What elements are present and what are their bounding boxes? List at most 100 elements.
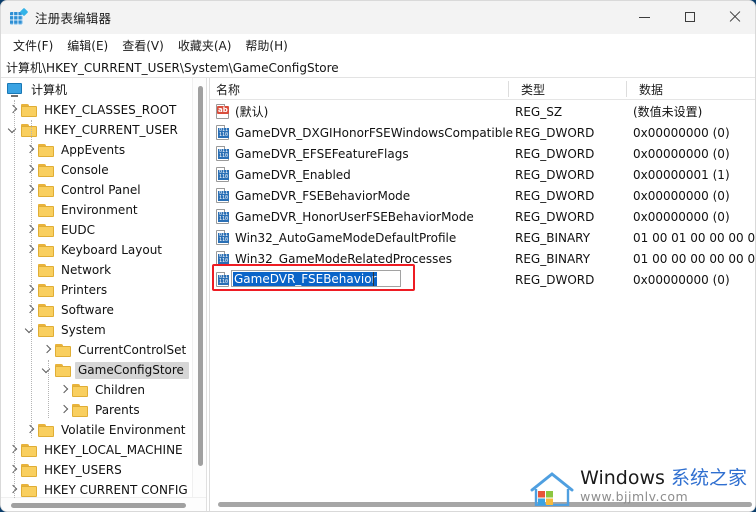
tree-node-label: EUDC [61,222,95,237]
tree-horizontal-scrollbar[interactable] [1,497,207,511]
row-data-cell: 0x00000000 (0) [633,209,730,224]
chevron-right-icon[interactable] [57,380,72,400]
row-type-cell: REG_DWORD [515,188,595,203]
tree-node-system[interactable]: System [1,320,193,340]
tree-node-hkey-current-user[interactable]: HKEY_CURRENT_USER [1,120,193,140]
window-controls [622,1,755,34]
minimize-button[interactable] [622,1,667,34]
row-name-cell[interactable]: 011 110 GameDVR_Enabled [216,167,351,182]
registry-values-pane: 名称 类型 数据 ab (默认) REG_SZ (数值未设置) 011 110 GameDV… [210,78,756,511]
tree-node-printers[interactable]: Printers [1,280,193,300]
row-type-cell: REG_DWORD [515,167,595,182]
row-name-label: GameDVR_Enabled [235,167,351,182]
rename-input-value: GameDVR_FSEBehavior [233,272,378,286]
tree-horizontal-scroll-thumb[interactable] [11,503,186,508]
tree-node-label: GameConfigStore [75,361,189,379]
folder-icon [38,323,56,337]
tree-node-label: Printers [61,282,108,297]
registry-tree[interactable]: 计算机 HKEY_CLASSES_ROOT HKEY_CURRENT_USER App… [1,78,193,500]
column-header-name[interactable]: 名称 [210,78,515,100]
table-row[interactable]: ab (默认) REG_SZ (数值未设置) [210,101,755,122]
column-divider-2[interactable] [626,81,627,97]
tree-node-computer[interactable]: 计算机 [1,80,193,100]
string-value-icon: ab [216,104,230,119]
row-data-cell: 0x00000000 (0) [633,146,730,161]
tree-vertical-scroll-thumb[interactable] [198,86,203,466]
tree-node-appevents[interactable]: AppEvents [1,140,193,160]
tree-node-control-panel[interactable]: Control Panel [1,180,193,200]
tree-node-parents[interactable]: Parents [1,400,193,420]
row-name-label: GameDVR_HonorUserFSEBehaviorMode [235,209,474,224]
tree-node-label: 计算机 [31,82,68,97]
dword-value-icon: 011 110 [216,167,230,182]
tree-node-label: Volatile Environment [61,422,186,437]
folder-icon [72,383,90,397]
row-name-cell[interactable]: 011 110 GameDVR_HonorUserFSEBehaviorMode [216,209,474,224]
tree-node-label: HKEY_CLASSES_ROOT [44,102,177,117]
column-header-type[interactable]: 类型 [515,78,633,100]
menu-edit[interactable]: 编辑(E) [62,35,117,56]
tree-node-hkey-users[interactable]: HKEY_USERS [1,460,193,480]
address-bar[interactable]: 计算机\HKEY_CURRENT_USER\System\GameConfigS… [1,57,755,78]
chevron-right-icon[interactable] [40,340,55,360]
menu-favorites[interactable]: 收藏夹(A) [173,35,241,56]
menu-file[interactable]: 文件(F) [8,35,62,56]
row-data-cell: 01 00 00 00 00 00 00 [633,251,756,266]
tree-node-gameconfigstore[interactable]: GameConfigStore [1,360,193,380]
tree-node-label: HKEY_CURRENT_USER [44,122,178,137]
tree-node-hkey-local-machine[interactable]: HKEY_LOCAL_MACHINE [1,440,193,460]
table-row[interactable]: 011 110 Win32_AutoGameModeDefaultProfile RE… [210,227,755,248]
tree-node-network[interactable]: Network [1,260,193,280]
tree-node-children[interactable]: Children [1,380,193,400]
row-name-cell[interactable]: 011 110 Win32_AutoGameModeDefaultProfile [216,230,456,245]
folder-icon [21,463,39,477]
tree-node-label: Environment [61,202,138,217]
tree-node-console[interactable]: Console [1,160,193,180]
title-bar: 注册表编辑器 [1,1,755,34]
folder-icon [21,443,39,457]
table-row[interactable]: 011 110 GameDVR_Enabled REG_DWORD 0x00000001… [210,164,755,185]
tree-vertical-scrollbar[interactable] [192,78,207,497]
row-type-cell: REG_BINARY [515,251,591,266]
house-logo-icon [528,462,576,506]
registry-values-list[interactable]: ab (默认) REG_SZ (数值未设置) 011 110 GameDVR_DXGIHon… [210,101,756,290]
tree-node-environment[interactable]: Environment [1,200,193,220]
menu-view[interactable]: 查看(V) [117,35,173,56]
chevron-right-icon[interactable] [57,400,72,420]
tree-node-volatile-environment[interactable]: Volatile Environment [1,420,193,440]
row-data-cell: (数值未设置) [633,105,703,119]
tree-node-keyboard-layout[interactable]: Keyboard Layout [1,240,193,260]
row-name-cell[interactable]: 011 110 GameDVR_DXGIHonorFSEWindowsCompati… [216,125,513,140]
tree-node-label: HKEY CURRENT CONFIG [44,482,188,497]
close-button[interactable] [712,1,755,34]
tree-node-currentcontrolset[interactable]: CurrentControlSet [1,340,193,360]
tree-node-label: Network [61,262,112,277]
row-name-cell[interactable]: 011 110 GameDVR_EFSEFeatureFlags [216,146,409,161]
tree-node-label: Keyboard Layout [61,242,163,257]
row-name-cell[interactable]: 011 110 Win32_GameModeRelatedProcesses [216,251,452,266]
table-row[interactable]: 011 110 GameDVR_EFSEFeatureFlags REG_DWORD 0… [210,143,755,164]
tree-node-label: HKEY_LOCAL_MACHINE [44,442,183,457]
tree-node-hkey-classes-root[interactable]: HKEY_CLASSES_ROOT [1,100,193,120]
watermark: Windows 系统之家 www.bjjmlv.com [528,462,747,506]
table-row[interactable]: 011 110 GameDVR_HonorUserFSEBehaviorMode RE… [210,206,755,227]
tree-node-software[interactable]: Software [1,300,193,320]
menu-help[interactable]: 帮助(H) [240,35,296,56]
table-row[interactable]: 011 110 GameDVR_DXGIHonorFSEWindowsCompati… [210,122,755,143]
computer-icon [6,83,26,97]
dword-value-icon: 011 110 [216,209,230,224]
column-divider-1[interactable] [508,81,509,97]
watermark-brand-cn: 系统之家 [670,467,747,489]
tree-guide-line [31,120,32,438]
table-row[interactable]: 011 110 Win32_GameModeRelatedProcesses REG_… [210,248,756,269]
table-row[interactable]: 011 110 GameDVR_FSEBehavior REG_DWORD 0x0000… [210,269,755,290]
row-name-cell[interactable]: 011 110 GameDVR_FSEBehaviorMode [216,188,410,203]
row-name-cell[interactable]: ab (默认) [216,103,268,120]
tree-node-eudc[interactable]: EUDC [1,220,193,240]
row-data-cell: 0x00000001 (1) [633,167,730,182]
maximize-button[interactable] [667,1,712,34]
folder-icon [38,203,56,217]
column-header-data[interactable]: 数据 [633,78,755,100]
row-data-cell: 0x00000000 (0) [633,125,730,140]
table-row[interactable]: 011 110 GameDVR_FSEBehaviorMode REG_DWORD 0x… [210,185,755,206]
